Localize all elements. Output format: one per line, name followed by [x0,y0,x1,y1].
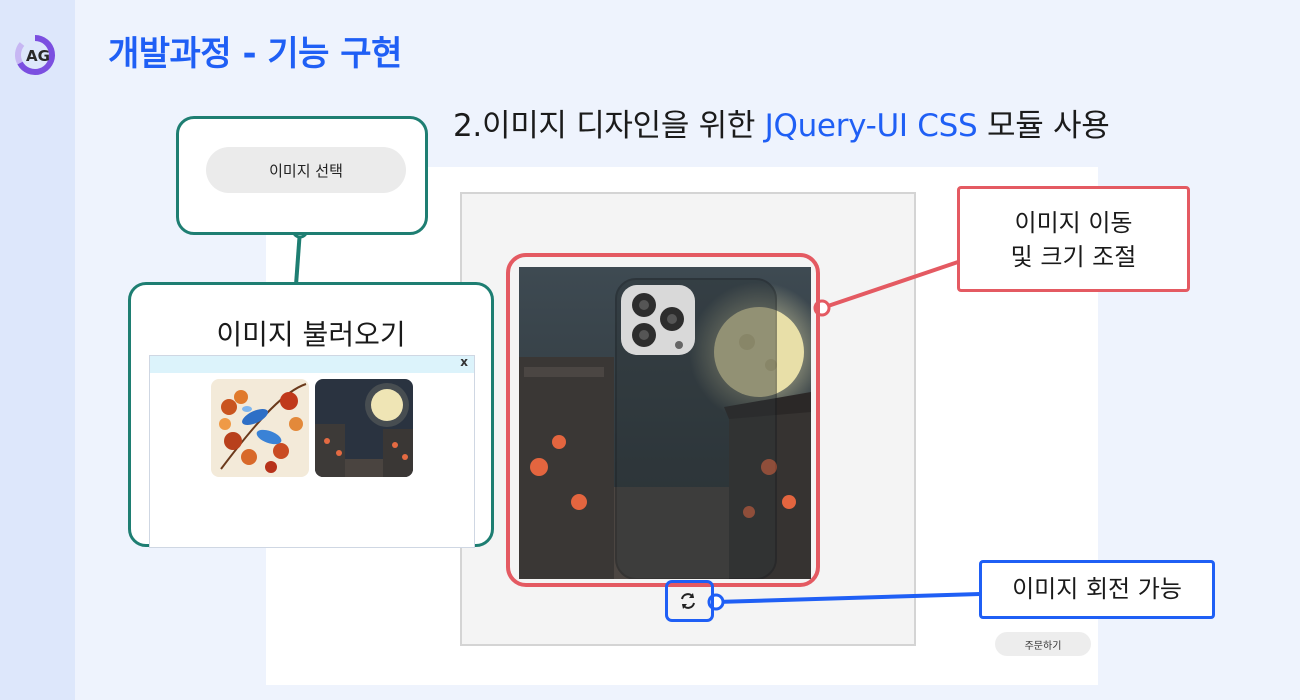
close-icon[interactable]: x [460,355,468,369]
rotate-arrows-icon[interactable] [677,590,699,612]
ag-logo-icon: AG [10,30,60,80]
side-strip [0,0,75,700]
load-image-callout: 이미지 불러오기 x [128,282,494,548]
select-image-callout: 이미지 선택 [176,116,428,235]
move-resize-callout: 이미지 이동 및 크기 조절 [957,186,1190,292]
rotate-callout: 이미지 회전 가능 [979,560,1215,619]
image-thumbnail-moon-night[interactable] [315,379,413,477]
svg-text:AG: AG [26,47,50,65]
move-resize-line2: 및 크기 조절 [1010,243,1137,271]
page-title: 개발과정 - 기능 구현 [108,34,402,74]
image-picker-dialog: x [149,355,475,548]
image-thumbnail-birds[interactable] [211,379,309,477]
move-resize-callout-frame [506,253,820,587]
subtitle-prefix: 2.이미지 디자인을 위한 [453,108,765,144]
load-image-label: 이미지 불러오기 [216,318,406,351]
subtitle-highlight: JQuery-UI CSS [764,108,978,144]
order-button[interactable]: 주문하기 [995,632,1091,656]
dialog-titlebar: x [150,355,474,373]
section-subtitle: 2.이미지 디자인을 위한 JQuery-UI CSS 모듈 사용 [453,100,1110,145]
move-resize-line1: 이미지 이동 [1014,209,1133,237]
select-image-button[interactable]: 이미지 선택 [206,147,406,193]
subtitle-suffix: 모듈 사용 [977,108,1110,144]
